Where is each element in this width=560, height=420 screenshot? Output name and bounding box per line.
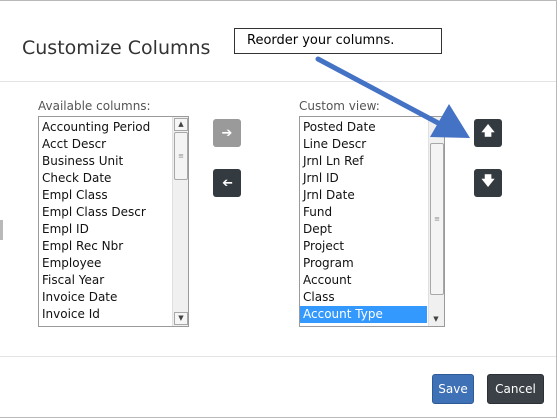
arrow-down-icon: 🡇 [481, 174, 495, 189]
available-columns-label: Available columns: [38, 99, 151, 113]
available-columns-items: Accounting Period Acct Descr Business Unit… [39, 119, 171, 323]
list-item[interactable]: Jrnl Date [300, 187, 427, 204]
list-item[interactable]: Fiscal Year [39, 272, 171, 289]
add-column-button[interactable]: ➔ [213, 119, 241, 147]
move-down-button[interactable]: 🡇 [474, 169, 502, 197]
list-item[interactable]: Empl Class Descr [39, 204, 171, 221]
list-item[interactable]: Class [300, 289, 427, 306]
custom-scrollbar[interactable]: ≡ ▼ [428, 117, 444, 326]
list-item[interactable]: Accounting Period [39, 119, 171, 136]
list-item[interactable]: Acct Descr [39, 136, 171, 153]
customize-columns-dialog: Customize Columns Reorder your columns. … [0, 0, 557, 418]
list-item[interactable]: Invoice Date [39, 289, 171, 306]
custom-view-items: Posted Date Line Descr Jrnl Ln Ref Jrnl ID J… [300, 119, 427, 323]
scroll-down-icon[interactable]: ▼ [430, 314, 442, 325]
remove-column-button[interactable]: ➔ [213, 169, 241, 197]
arrow-up-icon: 🡅 [481, 124, 495, 139]
arrow-right-icon: ➔ [221, 125, 233, 141]
list-item[interactable]: Line Descr [300, 136, 427, 153]
available-columns-list[interactable]: Accounting Period Acct Descr Business Unit… [38, 116, 189, 327]
arrow-left-icon: ➔ [221, 175, 233, 191]
list-item[interactable]: Dept [300, 221, 427, 238]
scroll-thumb[interactable]: ≡ [430, 143, 444, 295]
available-scrollbar[interactable]: ▲ ≡ ▼ [172, 117, 188, 326]
dialog-title: Customize Columns [22, 37, 211, 59]
list-item[interactable]: Empl Class [39, 187, 171, 204]
custom-view-label: Custom view: [299, 99, 380, 113]
list-item[interactable]: Jrnl ID [300, 170, 427, 187]
list-item[interactable]: Account [300, 272, 427, 289]
scroll-up-icon[interactable]: ▲ [174, 118, 188, 131]
list-item[interactable]: Employee [39, 255, 171, 272]
list-item[interactable]: Check Date [39, 170, 171, 187]
list-item[interactable]: Empl ID [39, 221, 171, 238]
list-item[interactable]: Posted Date [300, 119, 427, 136]
dialog-edge [0, 220, 3, 240]
cancel-button[interactable]: Cancel [487, 374, 544, 404]
list-item[interactable]: Program [300, 255, 427, 272]
list-item[interactable]: Project [300, 238, 427, 255]
custom-view-list[interactable]: Posted Date Line Descr Jrnl Ln Ref Jrnl ID J… [299, 116, 445, 327]
save-button[interactable]: Save [432, 374, 474, 404]
list-item[interactable]: Business Unit [39, 153, 171, 170]
scroll-thumb[interactable]: ≡ [174, 132, 188, 180]
list-item[interactable]: Fund [300, 204, 427, 221]
list-item[interactable]: Account Type [300, 306, 427, 323]
list-item[interactable]: Empl Rec Nbr [39, 238, 171, 255]
footer-divider [0, 356, 556, 357]
instruction-callout: Reorder your columns. [234, 28, 442, 54]
list-item[interactable]: Jrnl Ln Ref [300, 153, 427, 170]
move-up-button[interactable]: 🡅 [474, 119, 502, 147]
scroll-down-icon[interactable]: ▼ [174, 312, 188, 325]
list-item[interactable]: Invoice Id [39, 306, 171, 323]
